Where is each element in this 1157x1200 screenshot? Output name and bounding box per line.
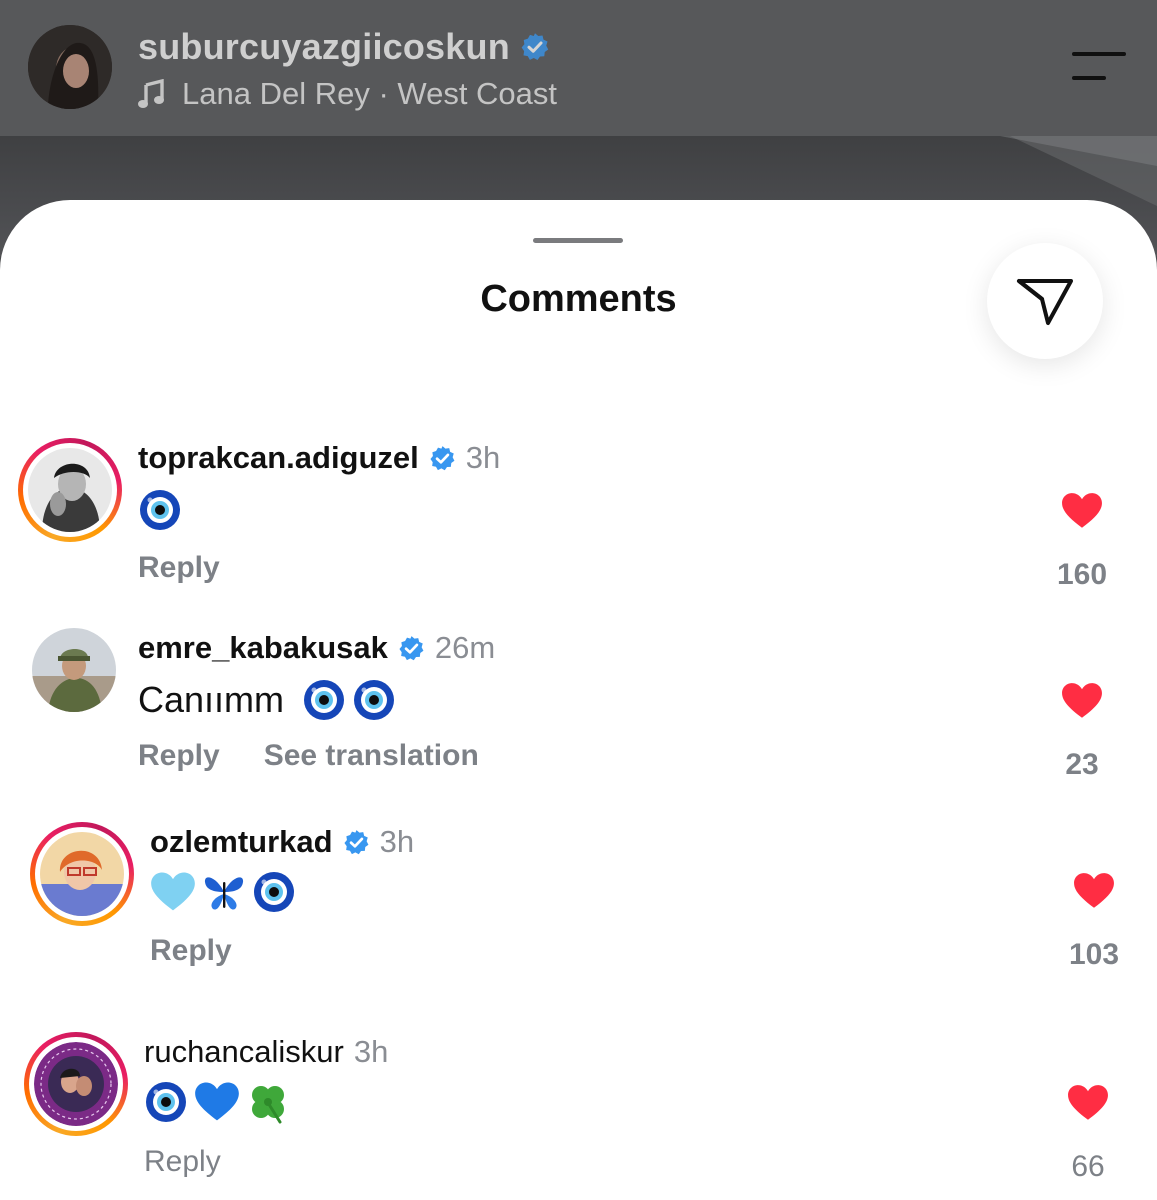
comment-header: toprakcan.adiguzel 3h	[138, 438, 500, 478]
commenter-avatar[interactable]	[32, 628, 116, 712]
commenter-avatar-ring[interactable]	[18, 438, 122, 542]
verified-badge-icon	[429, 445, 456, 472]
commenter-avatar-ring[interactable]	[30, 822, 134, 926]
like-count: 160	[1056, 558, 1108, 591]
blue-heart-icon	[195, 1082, 239, 1121]
reply-button[interactable]: Reply	[138, 739, 220, 773]
comment-username[interactable]: ozlemturkad	[150, 824, 333, 860]
like-group: 66	[1048, 1084, 1128, 1184]
comment-body	[144, 1078, 290, 1126]
comment-text: Canıımm	[138, 679, 285, 720]
reply-button[interactable]: Reply	[144, 1145, 221, 1179]
heart-icon[interactable]	[1067, 1084, 1109, 1122]
nazar-amulet-icon	[352, 678, 396, 722]
comment-body: Canıımm	[138, 676, 396, 724]
commenter-avatar-ring[interactable]	[22, 618, 126, 722]
sheet-title: Comments	[480, 278, 677, 320]
nazar-amulet-icon	[144, 1080, 188, 1124]
commenter-avatar[interactable]	[34, 1042, 118, 1126]
comment-header: ozlemturkad 3h	[150, 822, 414, 862]
music-label: Lana Del Rey · West Coast	[182, 76, 558, 111]
drag-handle[interactable]	[533, 238, 623, 243]
reel-header: suburcuyazgiicoskun Lana Del Rey · West …	[0, 0, 1157, 136]
verified-badge-icon	[398, 635, 425, 662]
comment-username[interactable]: emre_kabakusak	[138, 630, 388, 666]
like-count: 103	[1068, 938, 1120, 971]
butterfly-icon	[204, 877, 244, 910]
comment-header: ruchancaliskur 3h	[144, 1032, 388, 1072]
commenter-avatar[interactable]	[28, 448, 112, 532]
like-group: 23	[1042, 682, 1122, 782]
heart-icon[interactable]	[1061, 492, 1103, 530]
verified-badge-icon	[520, 32, 550, 62]
comment-actions: Reply	[144, 1142, 221, 1182]
like-count: 66	[1071, 1150, 1105, 1183]
reply-button[interactable]: Reply	[138, 551, 220, 585]
author-username-row[interactable]: suburcuyazgiicoskun	[138, 25, 550, 69]
comment-actions: Reply See translation	[138, 736, 479, 776]
commenter-avatar[interactable]	[40, 832, 124, 916]
share-button[interactable]	[987, 243, 1103, 359]
comment-time: 3h	[465, 440, 501, 475]
like-group: 103	[1054, 872, 1134, 972]
comment-actions: Reply	[150, 931, 232, 971]
author-avatar[interactable]	[28, 25, 112, 109]
comment-body	[150, 868, 296, 916]
comment-time: 3h	[379, 824, 415, 859]
music-row[interactable]: Lana Del Rey · West Coast	[138, 74, 557, 114]
see-translation-button[interactable]: See translation	[264, 739, 479, 773]
comments-sheet: Comments toprakcan.adiguzel 3h Reply 160…	[0, 200, 1157, 1200]
comment-actions: Reply	[138, 548, 220, 588]
comment-body	[138, 486, 182, 534]
reply-button[interactable]: Reply	[150, 934, 232, 968]
four-leaf-clover-icon	[252, 1086, 284, 1124]
nazar-amulet-icon	[138, 488, 182, 532]
author-username[interactable]: suburcuyazgiicoskun	[138, 26, 510, 68]
send-icon	[1017, 279, 1073, 325]
comment-username[interactable]: ruchancaliskur	[144, 1034, 344, 1070]
nazar-amulet-icon	[302, 678, 346, 722]
like-group: 160	[1042, 492, 1122, 592]
light-blue-heart-icon	[151, 872, 195, 911]
nazar-amulet-icon	[252, 870, 296, 914]
comment-header: emre_kabakusak 26m	[138, 628, 495, 668]
heart-icon[interactable]	[1073, 872, 1115, 910]
comment-username[interactable]: toprakcan.adiguzel	[138, 440, 419, 476]
music-note-icon	[138, 79, 164, 108]
commenter-avatar-ring[interactable]	[24, 1032, 128, 1136]
like-count: 23	[1065, 748, 1099, 781]
comment-time: 3h	[353, 1034, 389, 1069]
verified-badge-icon	[343, 829, 370, 856]
menu-icon[interactable]	[1070, 50, 1128, 82]
heart-icon[interactable]	[1061, 682, 1103, 720]
comment-time: 26m	[434, 630, 496, 665]
